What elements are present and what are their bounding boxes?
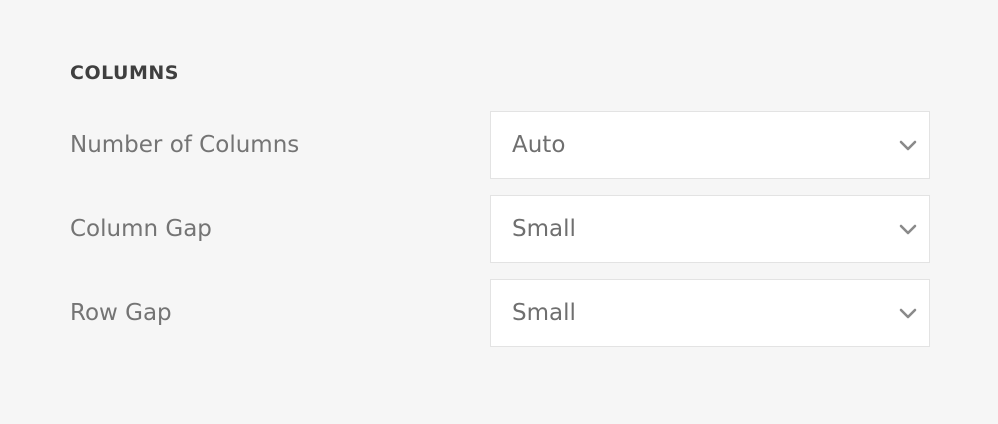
column-gap-label: Column Gap [70, 216, 212, 242]
row-gap-label: Row Gap [70, 300, 172, 326]
chevron-down-icon [897, 218, 919, 240]
chevron-down-icon [897, 302, 919, 324]
column-gap-row: Column Gap Small [70, 195, 930, 263]
chevron-down-icon [897, 134, 919, 156]
number-of-columns-value: Auto [512, 132, 566, 158]
column-gap-select[interactable]: Small [490, 195, 930, 263]
section-title: COLUMNS [70, 62, 179, 84]
number-of-columns-row: Number of Columns Auto [70, 111, 930, 179]
row-gap-value: Small [512, 300, 576, 326]
columns-settings-panel: COLUMNS Number of Columns Auto Column Ga… [0, 0, 998, 424]
number-of-columns-label: Number of Columns [70, 132, 300, 158]
column-gap-value: Small [512, 216, 576, 242]
number-of-columns-select[interactable]: Auto [490, 111, 930, 179]
row-gap-row: Row Gap Small [70, 279, 930, 347]
row-gap-select[interactable]: Small [490, 279, 930, 347]
